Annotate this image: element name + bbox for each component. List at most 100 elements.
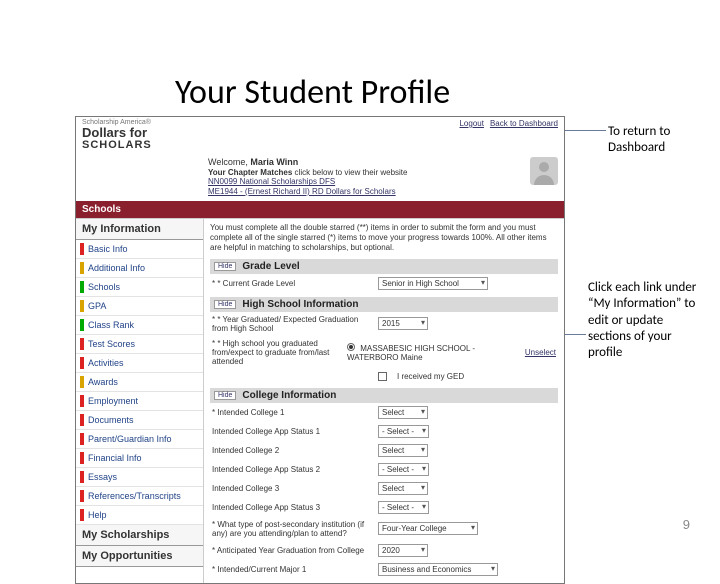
field-current-grade: * * Current Grade Level Senior in High S…	[210, 274, 558, 293]
sidebar-item-basic-info[interactable]: Basic Info	[76, 240, 203, 259]
sidebar-item-parent-guardian-info[interactable]: Parent/Guardian Info	[76, 430, 203, 449]
label-c1s: Intended College App Status 1	[212, 427, 372, 436]
label-current-grade: * * Current Grade Level	[212, 279, 372, 288]
schools-bar: Schools	[76, 201, 564, 218]
brand-line-2: SCHOLARS	[82, 139, 152, 151]
select-c3s[interactable]: - Select -	[378, 501, 429, 514]
chapter-matches-bold: Your Chapter Matches	[208, 168, 292, 177]
brand-line-1: Dollars for	[82, 126, 152, 139]
sidebar-item-label: Documents	[88, 415, 134, 425]
label-c2: Intended College 2	[212, 446, 372, 455]
brand-block: Scholarship America® Dollars for SCHOLAR…	[82, 119, 152, 151]
sidebar-item-awards[interactable]: Awards	[76, 373, 203, 392]
logout-link[interactable]: Logout	[459, 119, 483, 151]
welcome-prefix: Welcome,	[208, 157, 248, 167]
sidebar-item-financial-info[interactable]: Financial Info	[76, 449, 203, 468]
status-tick	[80, 490, 84, 502]
label-c3s: Intended College App Status 3	[212, 503, 372, 512]
label-grad-year: * * Year Graduated/ Expected Graduation …	[212, 315, 372, 333]
sidebar-item-schools[interactable]: Schools	[76, 278, 203, 297]
status-tick	[80, 300, 84, 312]
sidebar-item-class-rank[interactable]: Class Rank	[76, 316, 203, 335]
sidebar-item-label: Basic Info	[88, 244, 128, 254]
status-tick	[80, 452, 84, 464]
label-ay: * Anticipated Year Graduation from Colle…	[212, 546, 372, 555]
sidebar-item-activities[interactable]: Activities	[76, 354, 203, 373]
section-college-info: Hide College Information	[210, 388, 558, 403]
sidebar-item-label: Employment	[88, 396, 138, 406]
welcome-name: Maria Winn	[250, 157, 298, 167]
screenshot-header: Scholarship America® Dollars for SCHOLAR…	[76, 117, 564, 153]
select-major[interactable]: Business and Economics	[378, 563, 498, 576]
top-links: Logout Back to Dashboard	[459, 119, 558, 151]
sidebar-item-additional-info[interactable]: Additional Info	[76, 259, 203, 278]
sidebar-item-label: Help	[88, 510, 107, 520]
sidebar-item-references-transcripts[interactable]: References/Transcripts	[76, 487, 203, 506]
status-tick	[80, 376, 84, 388]
sidebar-item-label: Awards	[88, 377, 118, 387]
sidebar-item-label: Activities	[88, 358, 124, 368]
label-c1: * Intended College 1	[212, 408, 372, 417]
label-c3: Intended College 3	[212, 484, 372, 493]
hide-button-hs[interactable]: Hide	[214, 300, 236, 309]
sidebar-item-label: Essays	[88, 472, 117, 482]
label-ged: I received my GED	[397, 372, 464, 381]
sidebar-item-label: GPA	[88, 301, 106, 311]
screenshot-panel: Scholarship America® Dollars for SCHOLAR…	[75, 116, 565, 584]
select-c2s[interactable]: - Select -	[378, 463, 429, 476]
section-grade-level: Hide Grade Level	[210, 259, 558, 274]
section-title-grade: Grade Level	[242, 261, 299, 272]
status-tick	[80, 471, 84, 483]
select-grad-year[interactable]: 2015	[378, 317, 428, 330]
sidebar-item-documents[interactable]: Documents	[76, 411, 203, 430]
unselect-link[interactable]: Unselect	[525, 348, 556, 357]
avatar	[530, 157, 558, 185]
status-tick	[80, 433, 84, 445]
select-c3[interactable]: Select	[378, 482, 428, 495]
select-c2[interactable]: Select	[378, 444, 428, 457]
field-prev-hs: * * High school you graduated from/expec…	[210, 336, 558, 369]
select-c1[interactable]: Select	[378, 406, 428, 419]
select-type[interactable]: Four-Year College	[378, 522, 478, 535]
field-ged: I received my GED	[210, 369, 558, 384]
label-c2s: Intended College App Status 2	[212, 465, 372, 474]
sidebar-item-help[interactable]: Help	[76, 506, 203, 525]
sidebar-item-label: Parent/Guardian Info	[88, 434, 172, 444]
section-hs-info: Hide High School Information	[210, 297, 558, 312]
hide-button-college[interactable]: Hide	[214, 391, 236, 400]
status-tick	[80, 262, 84, 274]
value-prev-hs: MASSABESIC HIGH SCHOOL - WATERBORO Maine	[347, 343, 513, 362]
sidebar-item-gpa[interactable]: GPA	[76, 297, 203, 316]
sidebar-head-my-scholarships[interactable]: My Scholarships	[76, 525, 203, 546]
status-tick	[80, 281, 84, 293]
back-to-dashboard-link[interactable]: Back to Dashboard	[490, 119, 558, 151]
select-c1s[interactable]: - Select -	[378, 425, 429, 438]
status-tick	[80, 319, 84, 331]
radio-prev-hs[interactable]	[347, 343, 355, 351]
checkbox-ged[interactable]	[378, 372, 387, 381]
chapter-link-2[interactable]: ME1944 - (Ernest Richard II) RD Dollars …	[208, 187, 524, 197]
field-grad-year: * * Year Graduated/ Expected Graduation …	[210, 312, 558, 336]
sidebar-head-my-opportunities[interactable]: My Opportunities	[76, 546, 203, 567]
slide-title: Your Student Profile	[175, 72, 450, 113]
chapter-link-1[interactable]: NN0099 National Scholarships DFS	[208, 177, 524, 187]
select-current-grade[interactable]: Senior in High School	[378, 277, 488, 290]
body-row: My Information Basic InfoAdditional Info…	[76, 218, 564, 583]
status-tick	[80, 357, 84, 369]
section-title-college: College Information	[242, 390, 336, 401]
select-ay[interactable]: 2020	[378, 544, 428, 557]
label-prev-hs: * * High school you graduated from/expec…	[212, 339, 341, 366]
sidebar-item-label: Test Scores	[88, 339, 135, 349]
welcome-text: Welcome, Maria Winn Your Chapter Matches…	[208, 157, 524, 197]
sidebar-item-label: Additional Info	[88, 263, 145, 273]
prev-hs-text: MASSABESIC HIGH SCHOOL - WATERBORO Maine	[347, 344, 475, 362]
hide-button-grade[interactable]: Hide	[214, 262, 236, 271]
sidebar-item-essays[interactable]: Essays	[76, 468, 203, 487]
status-tick	[80, 509, 84, 521]
sidebar: My Information Basic InfoAdditional Info…	[76, 219, 204, 583]
label-type: * What type of post-secondary institutio…	[212, 520, 372, 538]
sidebar-item-employment[interactable]: Employment	[76, 392, 203, 411]
welcome-row: Welcome, Maria Winn Your Chapter Matches…	[76, 157, 564, 197]
section-title-hs: High School Information	[242, 299, 358, 310]
sidebar-item-test-scores[interactable]: Test Scores	[76, 335, 203, 354]
